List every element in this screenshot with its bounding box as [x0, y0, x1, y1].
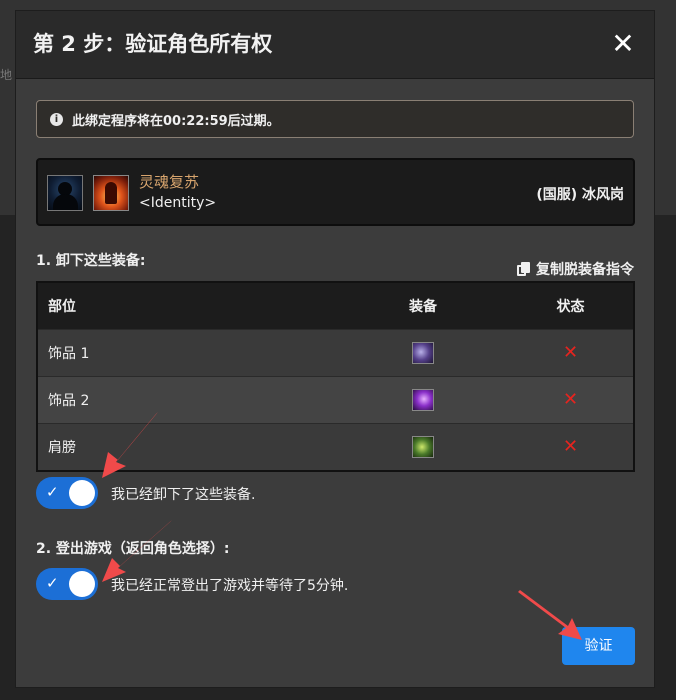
copy-command-label: 复制脱装备指令: [536, 262, 634, 278]
table-row: 饰品 1 ✕: [38, 329, 633, 376]
copy-icon: [517, 261, 530, 277]
modal-title: 第 2 步：验证角色所有权: [33, 32, 273, 56]
unequipped-toggle[interactable]: ✓: [36, 477, 98, 509]
logged-out-toggle[interactable]: ✓: [36, 568, 98, 600]
toggle-knob: [69, 571, 95, 597]
table-row: 肩膀 ✕: [38, 423, 633, 470]
trinket-1-icon[interactable]: [412, 342, 434, 364]
logged-out-toggle-label: 我已经正常登出了游戏并等待了5分钟.: [111, 578, 349, 594]
check-icon: ✓: [46, 483, 59, 501]
character-realm: (国服) 冰风岗: [536, 187, 624, 203]
unequipped-toggle-label: 我已经卸下了这些装备.: [111, 487, 256, 503]
background-text: 地: [0, 68, 13, 82]
status-x-icon: ✕: [562, 342, 579, 363]
status-x-icon: ✕: [562, 436, 579, 457]
expiry-alert-text: 此绑定程序将在00:22:59后过期。: [72, 113, 280, 129]
expiry-alert: i 此绑定程序将在00:22:59后过期。: [36, 100, 634, 138]
copy-unequip-command-button[interactable]: 复制脱装备指令: [517, 259, 634, 279]
character-name: 灵魂复苏: [139, 173, 200, 191]
step2-heading: 2. 登出游戏（返回角色选择）:: [36, 541, 230, 557]
trinket-2-icon[interactable]: [412, 389, 434, 411]
header-slot: 部位: [48, 299, 76, 315]
header-item: 装备: [409, 299, 437, 315]
gear-table: 部位 装备 状态 饰品 1 ✕ 饰品 2 ✕ 肩膀 ✕: [36, 281, 635, 472]
info-icon: i: [50, 112, 63, 126]
character-avatar: [47, 175, 83, 211]
table-header: 部位 装备 状态: [38, 283, 633, 329]
slot-name: 肩膀: [48, 440, 76, 456]
character-title: <Identity>: [139, 195, 217, 211]
verify-button[interactable]: 验证: [562, 627, 635, 665]
verify-ownership-modal: 第 2 步：验证角色所有权 ✕ i 此绑定程序将在00:22:59后过期。 灵魂…: [15, 10, 655, 688]
shoulder-icon[interactable]: [412, 436, 434, 458]
spec-icon: [93, 175, 129, 211]
character-card: 灵魂复苏 <Identity> (国服) 冰风岗: [36, 158, 635, 226]
status-x-icon: ✕: [562, 389, 579, 410]
step1-heading: 1. 卸下这些装备:: [36, 253, 146, 269]
close-button[interactable]: ✕: [610, 30, 636, 58]
table-row: 饰品 2 ✕: [38, 376, 633, 423]
header-status: 状态: [556, 299, 585, 315]
toggle-knob: [69, 480, 95, 506]
slot-name: 饰品 1: [48, 346, 90, 362]
slot-name: 饰品 2: [48, 393, 90, 409]
modal-header: 第 2 步：验证角色所有权 ✕: [16, 11, 654, 79]
check-icon: ✓: [46, 574, 59, 592]
